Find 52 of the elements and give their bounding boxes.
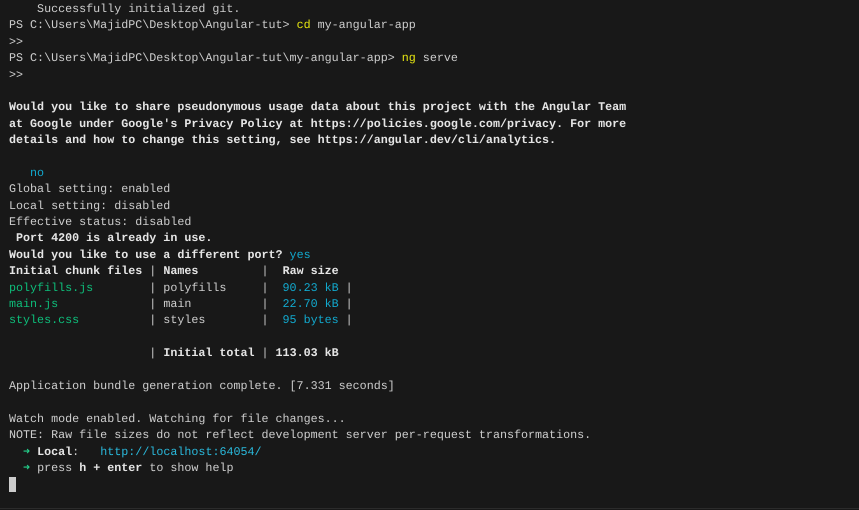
- arrow-glyph: ➜: [22, 460, 30, 475]
- command-keyword: cd: [296, 18, 311, 32]
- output-text: |: [344, 313, 353, 328]
- output-text: Port 4200 is already in use.: [15, 231, 212, 246]
- arrow-glyph: ➜: [22, 444, 30, 459]
- output-text: Successfully initialized git.: [36, 2, 240, 16]
- output-text: NOTE: Raw file sizes do not reflect development server per-request transformations.: [9, 428, 592, 442]
- output-text: Would you like to use a different port?: [9, 248, 283, 262]
- output-text: >>: [9, 34, 24, 49]
- output-text: PS C:\Users\MajidPC\Desktop\Angular-tut\my-angular-app>: [9, 51, 396, 66]
- file-name: polyfills.js: [9, 280, 94, 295]
- output-text: Application bundle generation complete. [7.331 seconds]: [9, 378, 395, 393]
- output-text: Would you like to share pseudonymous usage data about this project with the Angular Team: [9, 100, 626, 114]
- output-text: | styles |: [148, 313, 270, 328]
- output-text: PS C:\Users\MajidPC\Desktop\Angular-tut>: [9, 18, 291, 32]
- output-text: press: [36, 460, 74, 475]
- value-text: 90.23 kB: [282, 280, 339, 295]
- output-text: |: [344, 297, 353, 312]
- output-text: |: [148, 264, 158, 278]
- value-text: no: [29, 166, 44, 180]
- output-text: :: [72, 444, 80, 459]
- output-text: |: [344, 280, 353, 295]
- output-text: |: [148, 346, 158, 360]
- value-text: yes: [288, 248, 311, 262]
- output-text: my-angular-app: [316, 18, 416, 32]
- output-text: details and how to change this setting, see https://angular.dev/cli/analytics.: [9, 133, 556, 148]
- output-text: h + enter: [79, 460, 142, 475]
- output-text: Names: [163, 264, 198, 278]
- output-text: >>: [9, 68, 24, 82]
- output-text: |: [260, 264, 270, 278]
- output-text: |: [260, 346, 270, 360]
- output-text: Watch mode enabled. Watching for file changes...: [9, 412, 346, 426]
- file-name: main.js: [9, 297, 58, 312]
- output-text: to show help: [148, 460, 234, 475]
- output-text: 113.03 kB: [276, 346, 339, 360]
- value-text: 95 bytes: [282, 313, 339, 328]
- file-name: styles.css: [9, 313, 80, 328]
- output-text: Effective status: disabled: [9, 215, 192, 230]
- output-text: Global setting: enabled: [9, 182, 170, 196]
- text-cursor: [9, 476, 16, 492]
- output-text: Initial chunk files: [9, 264, 142, 278]
- output-text: serve: [422, 51, 458, 66]
- url-link[interactable]: http://localhost:64054/: [100, 444, 262, 459]
- output-text: | polyfills |: [148, 280, 270, 295]
- output-text: | main |: [148, 297, 270, 312]
- output-text: at Google under Google's Privacy Policy at https://policies.google.com/privacy. For more: [9, 116, 626, 131]
- output-text: Raw size: [282, 264, 339, 278]
- output-text: Initial total: [163, 346, 254, 360]
- output-text: Local: [36, 444, 72, 459]
- output-text: Local setting: disabled: [9, 198, 170, 213]
- value-text: 22.70 kB: [282, 297, 339, 312]
- command-keyword: ng: [402, 51, 416, 66]
